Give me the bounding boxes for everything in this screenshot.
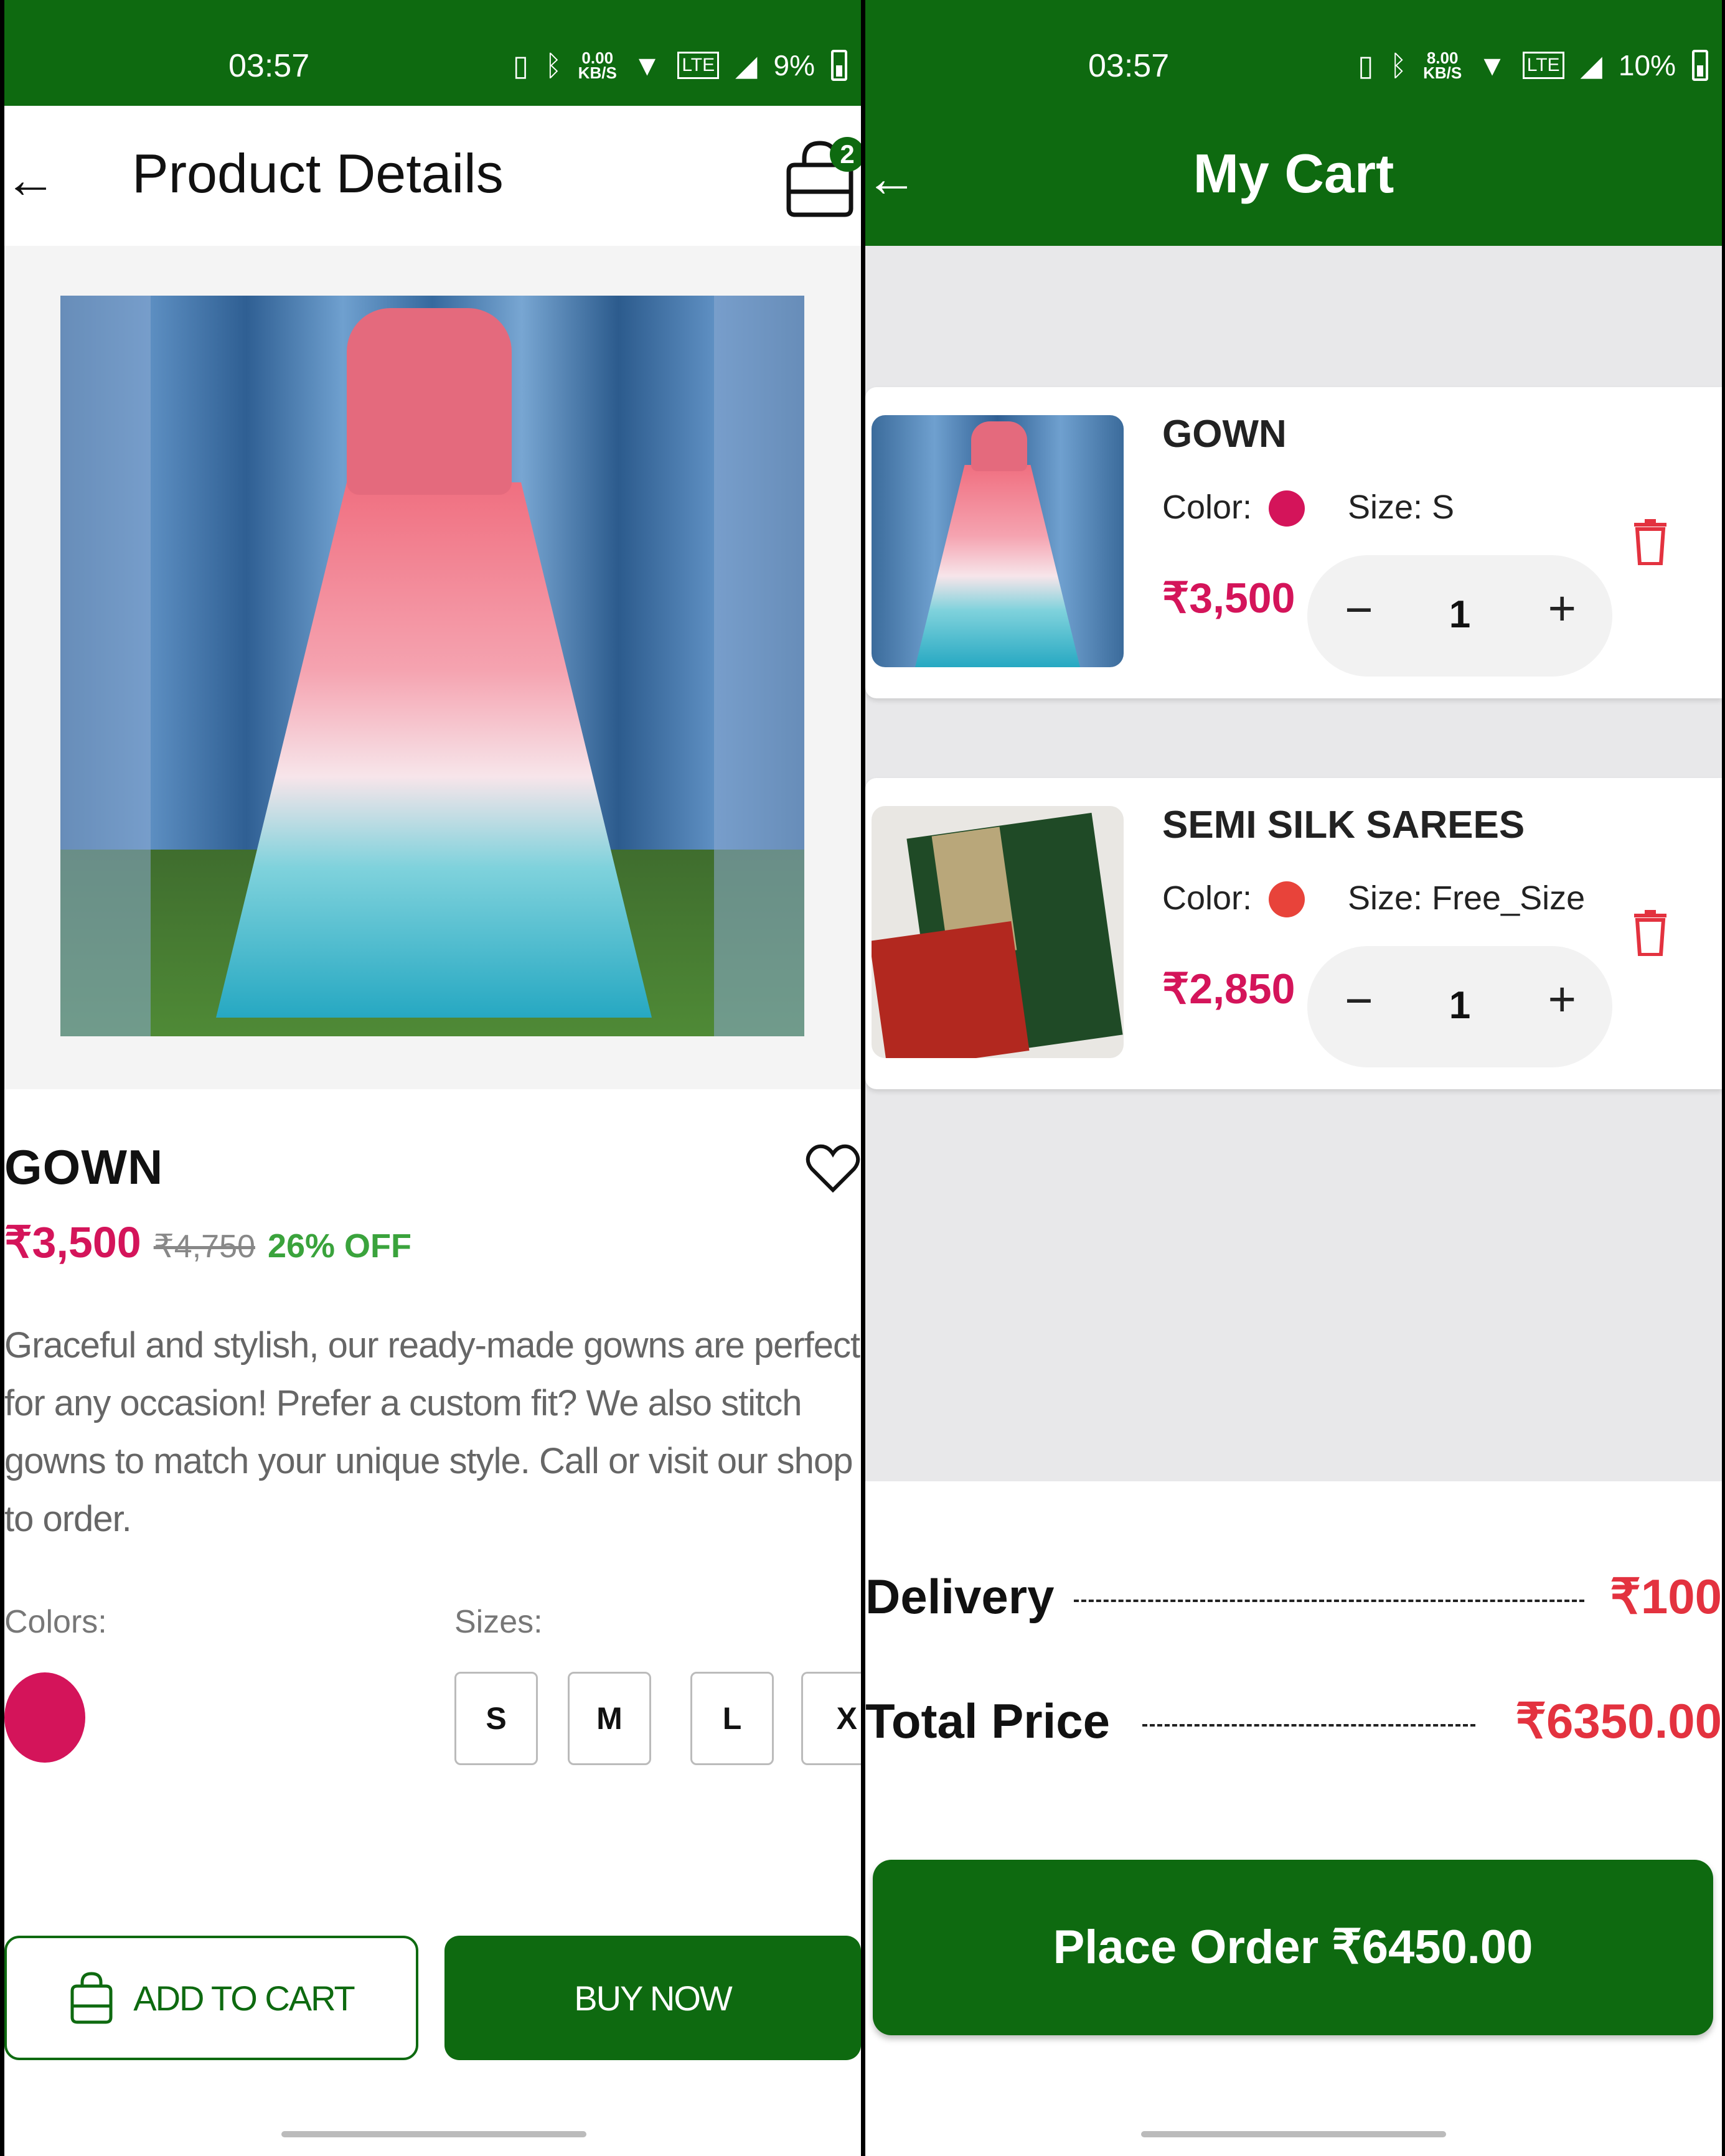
item-color-label: Color: [1162,879,1253,917]
item-thumbnail[interactable] [872,806,1124,1058]
item-size: Size: Free_Size [1348,879,1586,917]
wifi-icon: ▼ [632,49,662,82]
delivery-label: Delivery [865,1569,1055,1624]
quantity-stepper: − 1 + [1307,555,1612,677]
product-price: ₹3,500 [4,1218,141,1267]
price-row: ₹3,500 ₹4,750 26% OFF [4,1217,411,1268]
signal-icon: ◢ [735,49,758,82]
item-color-dot [1269,490,1305,527]
cart-item: SEMI SILK SAREES Color: Size: Free_Size … [865,778,1722,1089]
product-image-area [4,246,861,1089]
cart-screen: 03:57 ▯ ᛒ 8.00 KB/S ▼ LTE ◢ 10% ← My Cart… [865,0,1722,2156]
bag-icon [70,1972,113,2024]
battery-icon [1692,50,1708,81]
quantity-stepper: − 1 + [1307,946,1612,1067]
item-price: ₹3,500 [1162,574,1295,622]
buy-now-label: BUY NOW [574,1978,733,2018]
status-time: 03:57 [228,48,310,84]
gown-skirt-shape [216,482,652,1018]
product-image[interactable] [60,296,804,1036]
item-size: Size: S [1348,489,1455,526]
vibrate-icon: ▯ [512,49,529,82]
app-bar: ← My Cart [865,106,1722,246]
page-title: Product Details [132,143,504,204]
increase-qty-button[interactable]: + [1548,975,1576,1023]
delete-trash-icon[interactable] [1632,909,1668,956]
battery-percent: 9% [773,49,815,82]
place-order-button[interactable]: Place Order ₹6450.00 [873,1860,1713,2035]
product-name: GOWN [4,1140,164,1194]
item-name: GOWN [1162,413,1287,456]
gown-bodice-shape [347,308,512,495]
item-color-label: Color: [1162,489,1253,526]
vibrate-icon: ▯ [1358,49,1374,82]
product-description: Graceful and stylish, our ready-made gow… [4,1325,860,1539]
bluetooth-icon: ᛒ [545,49,562,82]
network-speed: 0.00 KB/S [578,49,617,82]
size-option-m[interactable]: M [568,1672,651,1765]
item-color-dot [1269,881,1305,917]
item-thumbnail[interactable] [872,415,1124,667]
network-speed: 8.00 KB/S [1423,49,1462,82]
buy-now-button[interactable]: BUY NOW [444,1936,861,2060]
cart-count-badge: 2 [830,137,861,172]
colors-label: Colors: [4,1604,107,1640]
original-price: ₹4,750 [153,1229,255,1265]
total-label: Total Price [865,1694,1111,1748]
product-details-screen: 03:57 ▯ ᛒ 0.00 KB/S ▼ LTE ◢ 9% ← Product … [4,0,861,2156]
discount-label: 26% OFF [267,1227,411,1265]
total-value: ₹6350.00 [1515,1694,1722,1748]
nav-gesture-handle [1141,2131,1446,2137]
volte-icon: LTE [1522,52,1564,79]
cart-item: GOWN Color: Size: S ₹3,500 − 1 + [865,387,1722,698]
wishlist-heart-icon[interactable] [804,1140,861,1198]
size-option-s[interactable]: S [454,1672,538,1765]
battery-percent: 10% [1618,49,1676,82]
sizes-label: Sizes: [454,1604,543,1640]
increase-qty-button[interactable]: + [1548,584,1576,632]
item-name: SEMI SILK SAREES [1162,804,1525,846]
add-to-cart-button[interactable]: ADD TO CART [4,1936,418,2060]
order-summary: Delivery ₹100 Total Price ₹6350.00 [865,1481,1722,2156]
status-icons: ▯ ᛒ 0.00 KB/S ▼ LTE ◢ 9% [513,49,847,82]
page-title: My Cart [1193,143,1394,204]
status-bar: 03:57 ▯ ᛒ 8.00 KB/S ▼ LTE ◢ 10% [865,0,1722,106]
status-bar: 03:57 ▯ ᛒ 0.00 KB/S ▼ LTE ◢ 9% [4,0,861,106]
delivery-value: ₹100 [1610,1569,1722,1624]
wifi-icon: ▼ [1478,49,1506,82]
delete-trash-icon[interactable] [1632,518,1668,565]
back-arrow-icon[interactable]: ← [4,149,57,210]
bluetooth-icon: ᛒ [1389,49,1408,82]
color-swatch-pink[interactable] [4,1672,85,1763]
item-price: ₹2,850 [1162,965,1295,1013]
volte-icon: LTE [677,52,720,79]
nav-gesture-handle [281,2131,586,2137]
size-option-x[interactable]: X [801,1672,861,1765]
status-time: 03:57 [1088,48,1170,84]
status-icons: ▯ ᛒ 8.00 KB/S ▼ LTE ◢ 10% [1358,49,1708,82]
size-option-l[interactable]: L [690,1672,774,1765]
add-to-cart-label: ADD TO CART [133,1978,355,2018]
signal-icon: ◢ [1580,49,1602,82]
cart-button[interactable]: 2 [783,137,861,218]
battery-icon [831,50,847,81]
app-bar: ← Product Details 2 [4,106,861,246]
